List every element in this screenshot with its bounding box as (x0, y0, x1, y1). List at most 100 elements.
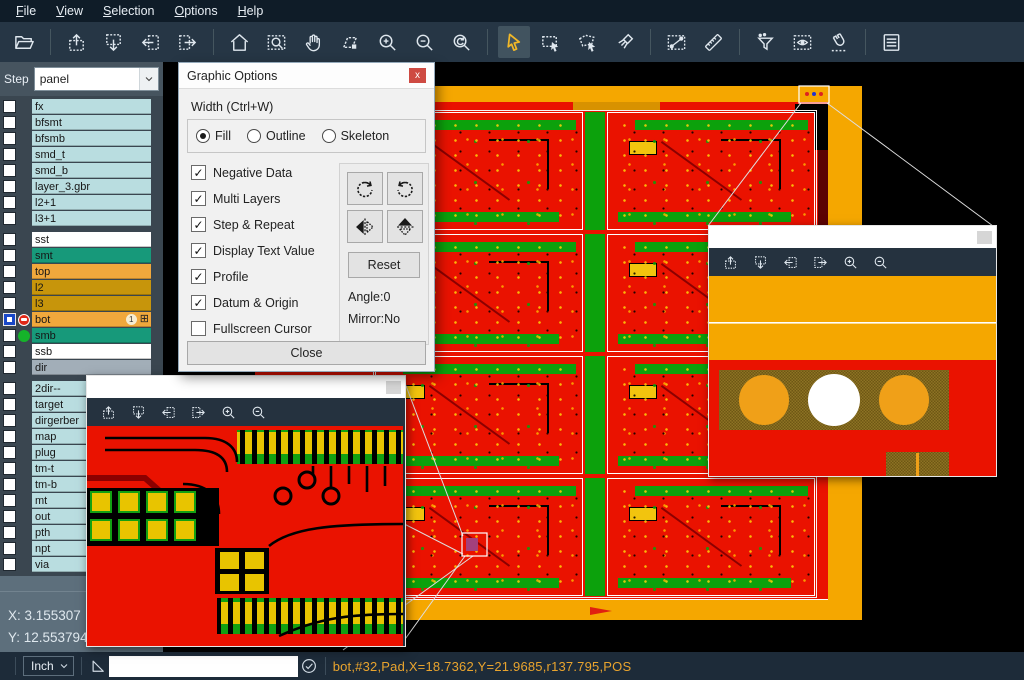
menu-item[interactable]: View (46, 2, 93, 20)
option-checkbox[interactable]: Profile (191, 269, 315, 284)
layer-visibility-checkbox[interactable] (3, 180, 16, 193)
dialog-titlebar[interactable]: Graphic Options x (179, 63, 434, 89)
layer-visibility-checkbox[interactable] (3, 329, 16, 342)
pan-up-button[interactable] (717, 250, 743, 274)
option-checkbox[interactable]: Display Text Value (191, 243, 315, 258)
layer-visibility-checkbox[interactable] (3, 148, 16, 161)
layer-visibility-checkbox[interactable] (3, 116, 16, 129)
pan-right-button[interactable] (172, 26, 204, 58)
layer-visibility-checkbox[interactable] (3, 233, 16, 246)
clear-highlight-button[interactable] (609, 26, 641, 58)
option-checkbox[interactable]: Datum & Origin (191, 295, 315, 310)
layer-label[interactable]: smd_t (32, 147, 151, 162)
zoom-out-button[interactable] (245, 400, 271, 424)
layer-visibility-checkbox[interactable] (3, 297, 16, 310)
window-button[interactable] (386, 381, 401, 394)
pan-up-button[interactable] (61, 26, 93, 58)
layer-label[interactable]: smb (32, 328, 151, 343)
close-icon[interactable]: x (409, 68, 426, 83)
magnifier-right-view[interactable] (709, 276, 996, 476)
layer-label[interactable]: ssb (32, 344, 151, 359)
layer-visibility-checkbox[interactable] (3, 542, 16, 555)
zoom-out-button[interactable] (867, 250, 893, 274)
rotate-ccw-button[interactable] (387, 172, 423, 205)
zoom-previous-button[interactable] (446, 26, 478, 58)
corner-pick-icon[interactable] (89, 657, 107, 675)
select-tool-button[interactable] (498, 26, 530, 58)
layer-label[interactable]: layer_3.gbr (32, 179, 151, 194)
magnifier-right-titlebar[interactable] (709, 226, 996, 248)
snap-button[interactable] (824, 26, 856, 58)
zoom-in-button[interactable] (215, 400, 241, 424)
pan-up-button[interactable] (95, 400, 121, 424)
layer-visibility-checkbox[interactable] (3, 313, 16, 326)
magnifier-left-view[interactable] (87, 426, 405, 646)
layer-label[interactable]: smt (32, 248, 151, 263)
window-button[interactable] (977, 231, 992, 244)
layer-visibility-checkbox[interactable] (3, 100, 16, 113)
open-button[interactable] (9, 26, 41, 58)
layer-visibility-checkbox[interactable] (3, 430, 16, 443)
layer-visibility-checkbox[interactable] (3, 281, 16, 294)
pan-left-button[interactable] (155, 400, 181, 424)
layer-visibility-checkbox[interactable] (3, 345, 16, 358)
option-checkbox[interactable]: Multi Layers (191, 191, 315, 206)
layer-label[interactable]: l3+1 (32, 211, 151, 226)
layer-visibility-checkbox[interactable] (3, 510, 16, 523)
layer-visibility-checkbox[interactable] (3, 164, 16, 177)
layer-label[interactable]: bfsmt (32, 115, 151, 130)
close-button[interactable]: Close (187, 341, 426, 365)
width-radio[interactable]: Outline (247, 129, 306, 143)
layer-visibility-checkbox[interactable] (3, 249, 16, 262)
layer-label[interactable]: smd_b (32, 163, 151, 178)
measure-button[interactable] (661, 26, 693, 58)
rect-select-button[interactable] (535, 26, 567, 58)
layer-visibility-checkbox[interactable] (3, 558, 16, 571)
menu-item[interactable]: Options (164, 2, 227, 20)
layer-visibility-checkbox[interactable] (3, 398, 16, 411)
magnifier-left-titlebar[interactable] (87, 376, 405, 398)
home-view-button[interactable] (224, 26, 256, 58)
pan-down-button[interactable] (125, 400, 151, 424)
layer-visibility-checkbox[interactable] (3, 494, 16, 507)
pan-left-button[interactable] (135, 26, 167, 58)
view-options-button[interactable] (787, 26, 819, 58)
menu-item[interactable]: File (6, 2, 46, 20)
command-input[interactable] (109, 656, 298, 677)
layer-visibility-checkbox[interactable] (3, 446, 16, 459)
layer-visibility-checkbox[interactable] (3, 478, 16, 491)
ruler-button[interactable] (698, 26, 730, 58)
layer-label[interactable]: dir (32, 360, 151, 375)
layer-grid-icon[interactable]: ⊞ (140, 314, 149, 325)
chevron-down-icon[interactable] (139, 68, 158, 90)
layer-label[interactable]: l3 (32, 296, 151, 311)
filter-button[interactable] (750, 26, 782, 58)
pan-left-button[interactable] (777, 250, 803, 274)
layer-visibility-checkbox[interactable] (3, 132, 16, 145)
layer-label[interactable]: bot 1 ⊞ (32, 312, 151, 327)
layer-label[interactable]: l2 (32, 280, 151, 295)
zoom-object-button[interactable] (335, 26, 367, 58)
pan-down-button[interactable] (98, 26, 130, 58)
layer-label[interactable]: sst (32, 232, 151, 247)
layer-visibility-checkbox[interactable] (3, 361, 16, 374)
pan-down-button[interactable] (747, 250, 773, 274)
width-radio[interactable]: Fill (196, 129, 231, 143)
zoom-in-button[interactable] (837, 250, 863, 274)
option-checkbox[interactable]: Step & Repeat (191, 217, 315, 232)
pan-right-button[interactable] (807, 250, 833, 274)
poly-select-button[interactable] (572, 26, 604, 58)
layer-visibility-checkbox[interactable] (3, 382, 16, 395)
layer-visibility-checkbox[interactable] (3, 414, 16, 427)
step-select[interactable]: panel (34, 67, 159, 91)
zoom-out-button[interactable] (409, 26, 441, 58)
option-checkbox[interactable]: Fullscreen Cursor (191, 321, 315, 336)
layer-visibility-checkbox[interactable] (3, 212, 16, 225)
unit-select[interactable]: Inch (23, 656, 74, 676)
layer-visibility-checkbox[interactable] (3, 265, 16, 278)
layer-panel-button[interactable] (876, 26, 908, 58)
zoom-window-button[interactable] (261, 26, 293, 58)
width-radio[interactable]: Skeleton (322, 129, 390, 143)
layer-visibility-checkbox[interactable] (3, 526, 16, 539)
menu-item[interactable]: Selection (93, 2, 164, 20)
